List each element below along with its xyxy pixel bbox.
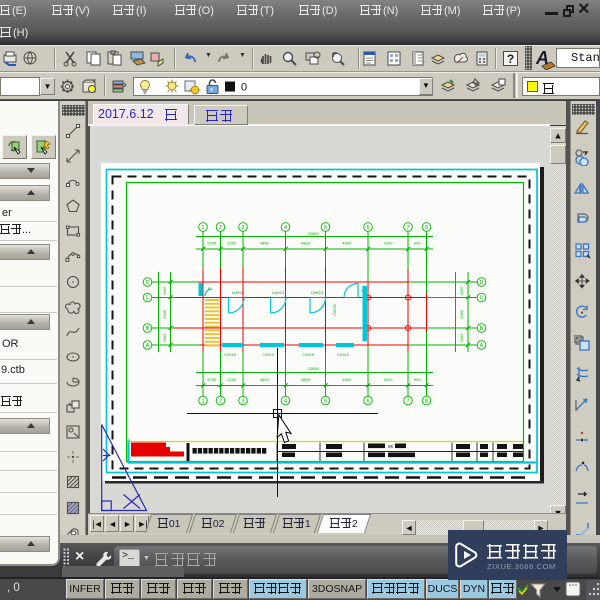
svg-text:C0918: C0918 [224, 352, 237, 357]
svg-text:23900: 23900 [307, 231, 319, 236]
svg-text:2: 2 [219, 225, 222, 231]
svg-text:5: 5 [324, 225, 327, 231]
svg-text:LM023: LM023 [272, 290, 285, 295]
svg-text:C0915: C0915 [337, 352, 350, 357]
svg-text:8: 8 [425, 399, 428, 405]
svg-text:D: D [480, 280, 484, 286]
svg-text:B: B [480, 326, 484, 332]
svg-text:C: C [480, 296, 484, 302]
svg-text:2: 2 [219, 399, 222, 405]
svg-text:?: ? [507, 52, 514, 66]
svg-text:4800: 4800 [301, 241, 311, 246]
svg-text:7: 7 [406, 225, 409, 231]
svg-text:C0915: C0915 [262, 352, 275, 357]
svg-text:4: 4 [284, 399, 287, 405]
svg-text:LM023: LM023 [311, 290, 324, 295]
svg-text:4200: 4200 [384, 241, 394, 246]
svg-text:4200: 4200 [384, 377, 394, 382]
svg-text:A: A [146, 343, 150, 349]
svg-text:6: 6 [366, 225, 369, 231]
svg-text:C0918: C0918 [302, 352, 315, 357]
svg-text:2000: 2000 [162, 309, 167, 319]
svg-text:2200: 2200 [227, 241, 237, 246]
svg-text:0: 0 [241, 82, 247, 94]
svg-text:3000: 3000 [459, 286, 464, 296]
svg-text:3: 3 [241, 399, 244, 405]
svg-text:3000: 3000 [162, 286, 167, 296]
svg-text:C: C [146, 296, 150, 302]
svg-text:5700: 5700 [207, 377, 217, 382]
svg-text:4800: 4800 [260, 377, 270, 382]
svg-text:900: 900 [414, 377, 421, 382]
svg-text:3: 3 [241, 225, 244, 231]
svg-text:4800: 4800 [301, 377, 311, 382]
svg-text:4800: 4800 [342, 377, 352, 382]
svg-text:4: 4 [284, 225, 287, 231]
svg-text:5700: 5700 [207, 241, 217, 246]
svg-text:6: 6 [366, 399, 369, 405]
svg-text:2200: 2200 [227, 377, 237, 382]
svg-text:4800: 4800 [342, 241, 352, 246]
svg-text:4800: 4800 [260, 241, 270, 246]
svg-text:xx: xx [388, 444, 394, 450]
svg-text:2000: 2000 [162, 333, 167, 343]
svg-text:D: D [146, 280, 150, 286]
svg-text:8: 8 [425, 225, 428, 231]
svg-text:C0525: C0525 [332, 303, 337, 316]
svg-text:B: B [146, 326, 150, 332]
svg-text:1: 1 [201, 399, 204, 405]
svg-text:23900: 23900 [307, 366, 319, 371]
svg-text:2000: 2000 [459, 333, 464, 343]
svg-text:A: A [480, 343, 484, 349]
svg-text:1: 1 [201, 225, 204, 231]
svg-text:900: 900 [414, 241, 421, 246]
svg-text:5: 5 [324, 399, 327, 405]
svg-text:7: 7 [406, 399, 409, 405]
svg-text:2000: 2000 [459, 309, 464, 319]
